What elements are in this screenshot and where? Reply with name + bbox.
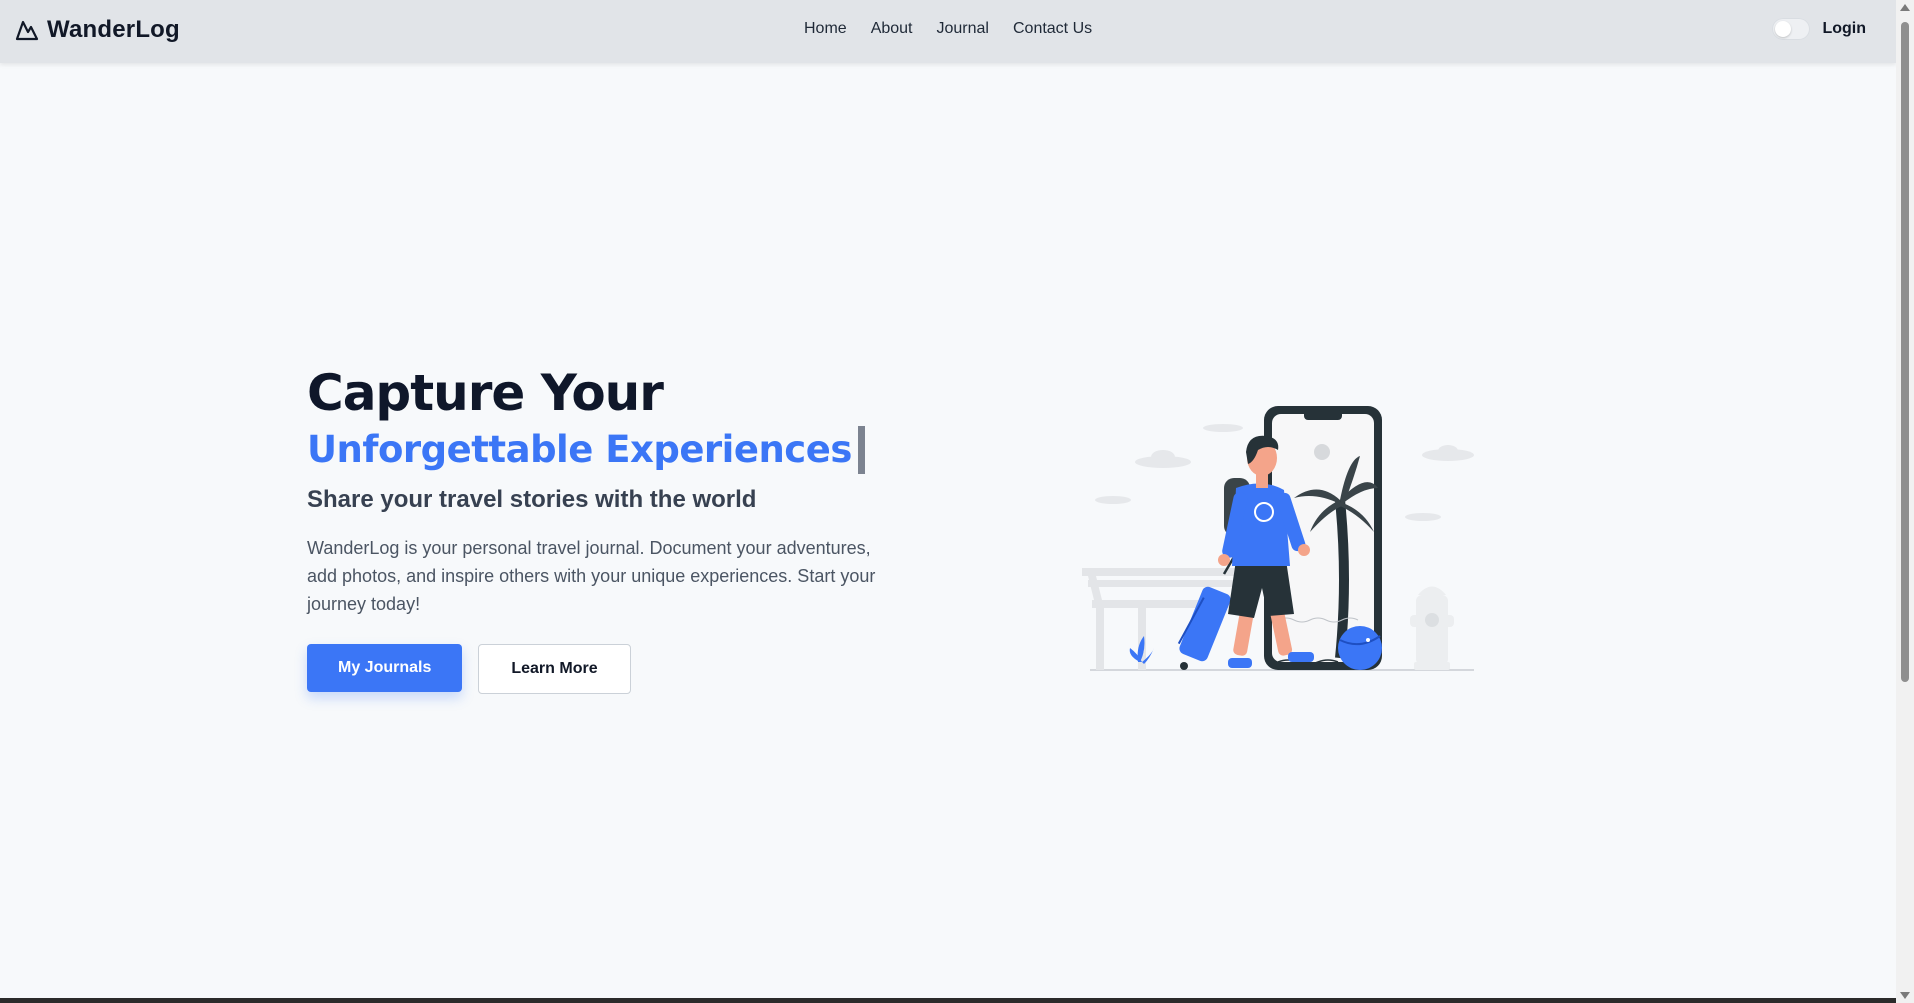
vertical-scrollbar[interactable] <box>1896 0 1914 1003</box>
typing-caret <box>857 426 865 474</box>
hydrant <box>1410 586 1454 670</box>
scroll-up-arrow-icon[interactable] <box>1900 4 1910 11</box>
hero-subtitle: Share your travel stories with the world <box>307 486 757 513</box>
nav-actions: Login <box>1772 18 1866 40</box>
nav-link-home[interactable]: Home <box>804 20 847 38</box>
hero-highlight-line: Unforgettable Experiences <box>307 426 907 474</box>
my-journals-button[interactable]: My Journals <box>307 644 463 692</box>
toggle-knob <box>1775 21 1792 37</box>
brand-name: WanderLog <box>47 16 180 43</box>
hero-section: Capture Your Unforgettable Experiences S… <box>307 360 907 694</box>
theme-toggle[interactable] <box>1772 18 1811 40</box>
scroll-thumb[interactable] <box>1901 22 1909 682</box>
mountain-icon <box>15 20 39 41</box>
learn-more-button[interactable]: Learn More <box>478 644 631 694</box>
hero-buttons: My Journals Learn More <box>307 644 907 694</box>
hero-highlight: Unforgettable Experiences <box>307 428 852 471</box>
brand-logo[interactable]: WanderLog <box>15 16 180 44</box>
navbar: WanderLog Home About Journal Contact Us … <box>0 0 1896 63</box>
login-button[interactable]: Login <box>1822 20 1866 38</box>
hero-title: Capture Your <box>307 364 664 422</box>
nav-link-contact[interactable]: Contact Us <box>1013 20 1092 38</box>
nav-link-journal[interactable]: Journal <box>937 20 989 38</box>
traveler-illustration <box>1082 406 1474 671</box>
scroll-down-arrow-icon[interactable] <box>1900 992 1910 999</box>
nav-links: Home About Journal Contact Us <box>804 20 1092 38</box>
window-bottom-edge <box>0 998 1896 1003</box>
nav-link-about[interactable]: About <box>871 20 913 38</box>
hero-description: WanderLog is your personal travel journa… <box>307 538 876 614</box>
